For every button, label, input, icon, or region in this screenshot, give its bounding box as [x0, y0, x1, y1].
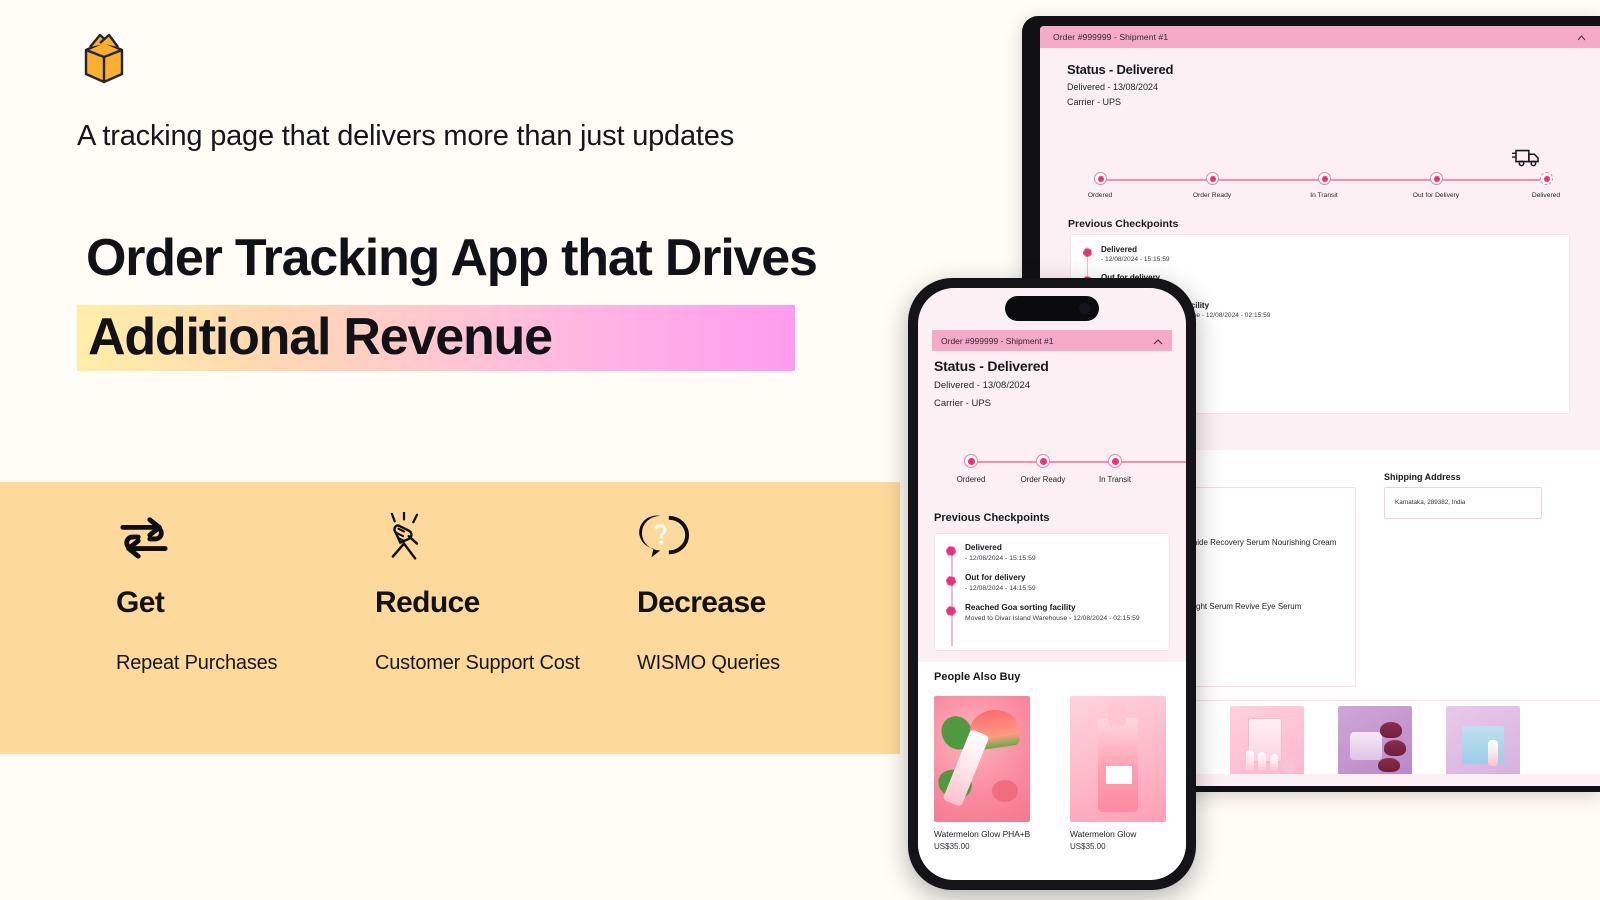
chevron-up-icon[interactable]: [1153, 332, 1163, 350]
phone-order-title: Order #999999 - Shipment #1: [941, 335, 1054, 346]
checkpoint-item: Out for delivery - 12/08/2024 - 14:15:59: [935, 573, 1169, 594]
checkpoint-dot-icon: [946, 576, 956, 586]
desktop-order-title: Order #999999 - Shipment #1: [1053, 32, 1169, 42]
checkpoint-sub: - 12/08/2024 - 15:15:59: [965, 555, 1036, 562]
phone-checkpoints-card: Delivered - 12/08/2024 - 15:15:59 Out fo…: [934, 533, 1170, 651]
benefit-title: Reduce: [375, 586, 480, 619]
tracker-label-delivered: Delivered: [1531, 192, 1561, 199]
product-image: [934, 696, 1030, 822]
phone-people-also-buy: People Also Buy Watermelon Glow PHA+BHA …: [918, 662, 1186, 880]
benefits-band: Get Repeat Purchases Reduce Customer Sup…: [0, 482, 900, 754]
benefit-title: Get: [116, 586, 165, 619]
open-box-icon: [76, 30, 132, 86]
product-image: [1230, 706, 1304, 780]
product-price: US$35.00: [1070, 842, 1106, 851]
front-camera-icon: [1079, 303, 1090, 314]
phone-mockup: Order #999999 - Shipment #1 Status - Del…: [908, 278, 1196, 890]
tracker-node-delivered[interactable]: [1540, 172, 1553, 185]
tracker-node-in-transit[interactable]: [1108, 454, 1122, 468]
tracker-node-in-transit[interactable]: [1318, 172, 1331, 185]
checkpoint-sub: Moved to Divar Island Warehouse - 12/08/…: [965, 615, 1140, 622]
product-card[interactable]: Watermelon Glow PHA+BHA P... US$35.00: [934, 696, 1030, 851]
checkpoint-title: Out for delivery: [1101, 273, 1569, 282]
delivery-truck-icon: [1511, 146, 1542, 173]
page-footer-space: [0, 754, 900, 900]
question-chat-icon: [637, 512, 867, 564]
desktop-carrier: Carrier - UPS: [1067, 97, 1122, 107]
desktop-status-title: Status - Delivered: [1067, 62, 1174, 77]
repeat-arrows-icon: [116, 512, 336, 564]
product-image: [1338, 706, 1412, 780]
page-title: Order Tracking App that Drives: [86, 229, 818, 287]
desktop-order-header[interactable]: Order #999999 - Shipment #1: [1040, 26, 1600, 48]
people-also-buy-title: People Also Buy: [934, 671, 1021, 683]
benefit-desc: Repeat Purchases: [116, 652, 278, 674]
checkpoint-title: Delivered: [1101, 245, 1138, 254]
phone-screen: Order #999999 - Shipment #1 Status - Del…: [918, 288, 1186, 880]
phone-status-title: Status - Delivered: [934, 358, 1049, 374]
tracker-node-ordered[interactable]: [1094, 172, 1107, 185]
shipping-address-value: Karnataka, 289382, India: [1395, 499, 1466, 506]
product-name: Watermelon Glow: [1070, 829, 1137, 839]
headline-highlight: Additional Revenue: [77, 305, 795, 371]
checkpoint-dot-icon: [946, 606, 956, 616]
hero-subheadline: A tracking page that delivers more than …: [77, 120, 734, 152]
desktop-checkpoints-title: Previous Checkpoints: [1068, 218, 1179, 230]
phone-checkpoints-title: Previous Checkpoints: [934, 512, 1050, 524]
hero-section: A tracking page that delivers more than …: [0, 0, 900, 482]
checkpoint-item: Reached Goa sorting facility Moved to Di…: [935, 603, 1169, 624]
checkpoint-sub: - 12/08/2024 - 14:15:59: [965, 585, 1036, 592]
desktop-progress-tracker: Ordered Order Ready In Transit Out for D…: [1080, 172, 1560, 199]
product-price: US$35.00: [934, 842, 970, 851]
tracker-label-ordered: Ordered: [1087, 192, 1113, 199]
shipping-address-title: Shipping Address: [1384, 472, 1461, 482]
phone-order-header[interactable]: Order #999999 - Shipment #1: [932, 330, 1172, 351]
checkpoint-title: Reached Goa sorting facility: [965, 603, 1076, 612]
tracker-node-ordered[interactable]: [964, 454, 978, 468]
checkpoint-dot-icon: [1083, 248, 1092, 257]
phone-notch: [1005, 296, 1099, 321]
chevron-up-icon[interactable]: [1577, 28, 1586, 46]
phone-progress-tracker: Ordered Order Ready In Transit: [952, 454, 1186, 484]
tracker-label-order-ready: Order Ready: [1020, 475, 1066, 484]
tracker-label-in-transit: In Transit: [1098, 475, 1132, 484]
benefit-card-decrease: Decrease WISMO Queries: [637, 512, 867, 678]
phone-carrier: Carrier - UPS: [934, 398, 992, 409]
tracker-line: [964, 461, 1186, 463]
fist-bump-icon: [375, 510, 615, 564]
checkpoint-item: Delivered - 12/08/2024 - 15:15:59: [935, 543, 1169, 564]
tracker-label-order-ready: Order Ready: [1192, 192, 1232, 199]
benefit-desc: WISMO Queries: [637, 652, 780, 674]
benefit-desc: Customer Support Cost: [375, 652, 580, 674]
desktop-delivered-date: Delivered - 13/08/2024: [1067, 82, 1159, 92]
checkpoint-sub: - 12/08/2024 - 15:15:59: [1101, 256, 1170, 263]
benefit-title: Decrease: [637, 586, 766, 619]
checkpoint-title: Out for delivery: [965, 573, 1026, 582]
benefit-card-get: Get Repeat Purchases: [116, 512, 336, 678]
tracker-label-out-for-delivery: Out for Delivery: [1412, 192, 1460, 199]
phone-delivered-date: Delivered - 13/08/2024: [934, 380, 1031, 391]
shipping-address-box: Karnataka, 289382, India: [1384, 487, 1542, 519]
tracker-label-in-transit: In Transit: [1310, 192, 1338, 199]
checkpoint-dot-icon: [946, 546, 956, 556]
tracker-node-order-ready[interactable]: [1206, 172, 1219, 185]
product-image: [1070, 696, 1166, 822]
product-image: [1446, 706, 1520, 780]
tracker-node-order-ready[interactable]: [1036, 454, 1050, 468]
checkpoint-title: Delivered: [965, 543, 1002, 552]
product-card[interactable]: Watermelon Glow US$35.00: [1070, 696, 1166, 851]
tracker-node-out-for-delivery[interactable]: [1430, 172, 1443, 185]
page-title-highlight: Additional Revenue: [88, 308, 553, 366]
checkpoint-item: Delivered - 12/08/2024 - 15:15:59: [1071, 245, 1569, 263]
benefit-card-reduce: Reduce Customer Support Cost: [375, 510, 615, 678]
checkpoint-rail: [951, 550, 953, 646]
product-name: Watermelon Glow PHA+BHA P...: [934, 829, 1030, 839]
tracker-label-ordered: Ordered: [956, 475, 986, 484]
